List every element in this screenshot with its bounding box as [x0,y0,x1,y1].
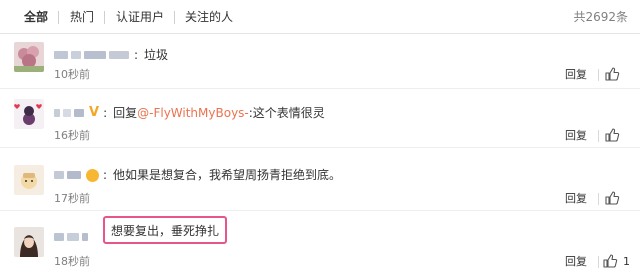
reply-button[interactable]: 回复 [565,255,587,269]
comment-time: 17秒前 [54,192,90,205]
username-blurred[interactable] [54,171,64,179]
comment-item: 想要复出，垂死挣扎 18秒前 回复 1 [0,211,640,279]
tab-divider [174,11,175,24]
tab-divider [104,11,105,24]
comment-filter-tabs: 全部 热门 认证用户 关注的人 共2692条 [0,0,640,34]
username-blurred[interactable] [71,51,81,59]
comment-time: 16秒前 [54,129,90,142]
comment-content: : 垃圾 [54,46,168,64]
comment-text: 他如果是想复合，我希望周扬青拒绝到底。 [113,168,342,182]
comment-item: : 他如果是想复合，我希望周扬青拒绝到底。 17秒前 回复 [0,148,640,211]
reply-button[interactable]: 回复 [565,129,587,143]
comment-text: 想要复出，垂死挣扎 [111,223,220,238]
username-blurred[interactable] [67,233,79,241]
username-blurred[interactable] [67,171,81,179]
highlighted-comment-box: 想要复出，垂死挣扎 [103,216,228,244]
comment-item: : 垃圾 10秒前 回复 [0,34,640,89]
action-divider [598,256,599,268]
username-blurred[interactable] [84,51,106,59]
tab-all[interactable]: 全部 [24,9,48,25]
action-divider [598,69,599,81]
thumbs-up-icon[interactable] [602,253,618,269]
reply-button[interactable]: 回复 [565,192,587,206]
avatar[interactable] [14,165,44,195]
username-blurred[interactable] [54,233,64,241]
thumbs-up-icon[interactable] [604,66,620,82]
comment-content [54,228,91,246]
comment-time: 18秒前 [54,255,90,268]
comment-content: V : 回复 @-FlyWithMyBoys- :这个表情很灵 [54,104,325,122]
comment-text: :这个表情很灵 [248,106,325,120]
username-blurred[interactable] [109,51,129,59]
action-divider [598,130,599,142]
reply-button[interactable]: 回复 [565,68,587,82]
avatar[interactable] [14,99,44,129]
thumbs-up-icon[interactable] [604,190,620,206]
avatar[interactable] [14,227,44,257]
username-blurred[interactable] [82,233,88,241]
tab-hot[interactable]: 热门 [70,9,94,25]
reply-prefix: 回复 [113,106,138,120]
comment-text: 垃圾 [144,48,169,62]
thumbs-up-icon[interactable] [604,127,620,143]
smiling-face-icon [86,168,99,182]
like-count: 1 [623,255,630,268]
action-divider [598,193,599,205]
username-blurred[interactable] [63,109,71,117]
comment-content: : 他如果是想复合，我希望周扬青拒绝到底。 [54,166,341,184]
comment-item: V : 回复 @-FlyWithMyBoys- :这个表情很灵 16秒前 回复 [0,89,640,148]
username-blurred[interactable] [54,109,60,117]
tab-divider [58,11,59,24]
tab-following[interactable]: 关注的人 [185,9,233,25]
avatar[interactable] [14,42,44,72]
verified-badge-icon: V [89,105,100,120]
comment-time: 10秒前 [54,68,90,81]
mention-link[interactable]: @-FlyWithMyBoys- [137,104,249,122]
username-blurred[interactable] [74,109,84,117]
comment-total-count: 共2692条 [573,10,628,24]
username-blurred[interactable] [54,51,68,59]
tab-verified-users[interactable]: 认证用户 [116,9,164,25]
